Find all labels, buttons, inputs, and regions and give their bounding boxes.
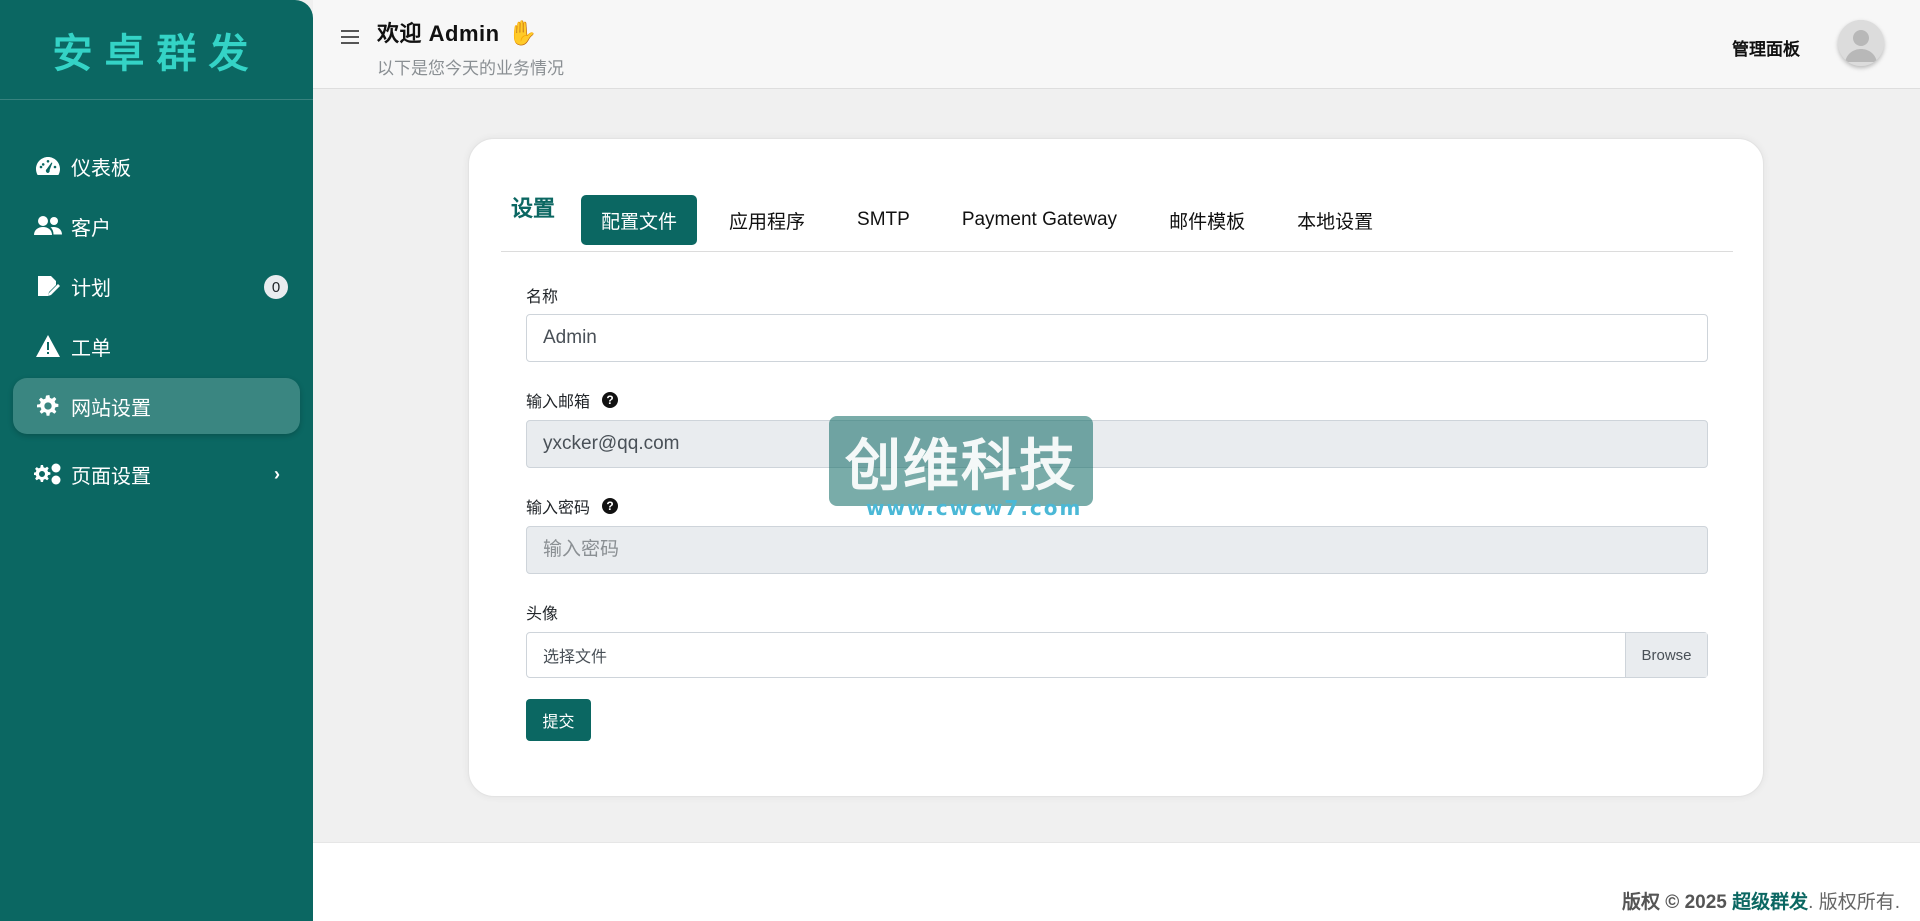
email-field[interactable] bbox=[526, 420, 1708, 468]
footer: 版权 © 2025 超级群发. 版权所有. bbox=[313, 842, 1920, 921]
watermark-title: 创维科技 bbox=[845, 433, 1077, 499]
tab-email-templates[interactable]: 邮件模板 bbox=[1149, 195, 1265, 245]
users-icon bbox=[33, 213, 63, 239]
copyright-text: 版权 © 2025 超级群发. 版权所有. bbox=[1622, 887, 1900, 914]
submit-button[interactable]: 提交 bbox=[526, 699, 591, 741]
settings-tabs: 配置文件 应用程序 SMTP Payment Gateway 邮件模板 本地设置 bbox=[581, 195, 1405, 245]
tab-application[interactable]: 应用程序 bbox=[709, 195, 825, 245]
footer-brand-link[interactable]: 超级群发 bbox=[1732, 892, 1808, 913]
question-circle-icon[interactable]: ? bbox=[602, 498, 619, 514]
sidebar-item-page-settings[interactable]: 页面设置 › bbox=[13, 446, 300, 502]
sidebar-item-label: 仪表板 bbox=[71, 157, 131, 180]
avatar[interactable] bbox=[1838, 20, 1884, 66]
copyright-prefix: 版权 © 2025 bbox=[1622, 892, 1727, 913]
tab-payment-gateway[interactable]: Payment Gateway bbox=[942, 195, 1137, 245]
sidebar: 安卓群发 仪表板 客户 计划 0 工单 网站设置 页面设置 › bbox=[0, 0, 313, 921]
brand-name: 安卓群发 bbox=[52, 30, 261, 77]
name-label: 名称 bbox=[526, 283, 558, 307]
watermark-url: www.cwcw7.com bbox=[866, 496, 1083, 520]
sidebar-item-dashboard[interactable]: 仪表板 bbox=[13, 138, 300, 194]
email-label: 输入邮箱 ? bbox=[526, 388, 619, 412]
tab-profile[interactable]: 配置文件 bbox=[581, 195, 698, 245]
password-field[interactable] bbox=[526, 526, 1708, 574]
tab-smtp[interactable]: SMTP bbox=[837, 195, 930, 245]
email-label-text: 输入邮箱 bbox=[526, 394, 591, 411]
page-title: 欢迎 Admin ✋ bbox=[377, 16, 538, 48]
file-input-label: 选择文件 bbox=[543, 649, 608, 666]
copyright-suffix: . 版权所有. bbox=[1808, 892, 1900, 913]
watermark-logo: 创维科技 bbox=[829, 416, 1093, 506]
user-avatar-icon bbox=[1838, 20, 1884, 66]
sidebar-item-customers[interactable]: 客户 bbox=[13, 198, 300, 254]
warning-icon bbox=[33, 333, 63, 359]
brand-logo[interactable]: 安卓群发 bbox=[0, 0, 313, 100]
settings-card: 设置 配置文件 应用程序 SMTP Payment Gateway 邮件模板 本… bbox=[468, 138, 1764, 797]
gear-icon bbox=[33, 393, 63, 419]
sidebar-item-tickets[interactable]: 工单 bbox=[13, 318, 300, 374]
sidebar-item-label: 页面设置 bbox=[71, 465, 151, 488]
admin-panel-link[interactable]: 管理面板 bbox=[1732, 35, 1800, 60]
settings-title: 设置 bbox=[511, 196, 556, 221]
sidebar-item-label: 计划 bbox=[71, 277, 111, 300]
sidebar-item-schedule[interactable]: 计划 0 bbox=[13, 258, 300, 314]
avatar-label-text: 头像 bbox=[526, 606, 559, 623]
sidebar-item-site-settings[interactable]: 网站设置 bbox=[13, 378, 300, 434]
name-label-text: 名称 bbox=[526, 289, 559, 306]
question-circle-icon[interactable]: ? bbox=[602, 392, 619, 408]
name-field[interactable] bbox=[526, 314, 1708, 362]
top-header: 欢迎 Admin ✋ 以下是您今天的业务情况 管理面板 bbox=[313, 0, 1920, 89]
schedule-icon bbox=[33, 273, 63, 299]
page-subtitle: 以下是您今天的业务情况 bbox=[377, 59, 564, 78]
tabs-divider bbox=[501, 251, 1733, 252]
tab-local-settings[interactable]: 本地设置 bbox=[1277, 195, 1393, 245]
gears-icon bbox=[33, 461, 63, 487]
browse-button[interactable]: Browse bbox=[1625, 633, 1707, 677]
sidebar-nav: 仪表板 客户 计划 0 工单 网站设置 页面设置 › bbox=[0, 100, 313, 502]
schedule-count-badge: 0 bbox=[264, 275, 288, 299]
sidebar-item-label: 网站设置 bbox=[71, 397, 151, 420]
sidebar-item-label: 客户 bbox=[71, 217, 111, 240]
welcome-text: 欢迎 Admin bbox=[377, 21, 500, 46]
password-label-text: 输入密码 bbox=[526, 500, 591, 517]
chevron-right-icon: › bbox=[274, 464, 280, 484]
sidebar-item-label: 工单 bbox=[71, 337, 111, 360]
waving-hand-icon: ✋ bbox=[507, 20, 538, 47]
avatar-file-input[interactable]: 选择文件 Browse bbox=[526, 632, 1708, 678]
avatar-label: 头像 bbox=[526, 600, 558, 624]
password-label: 输入密码 ? bbox=[526, 494, 619, 518]
hamburger-menu-icon[interactable] bbox=[341, 30, 359, 46]
dashboard-icon bbox=[33, 153, 63, 179]
